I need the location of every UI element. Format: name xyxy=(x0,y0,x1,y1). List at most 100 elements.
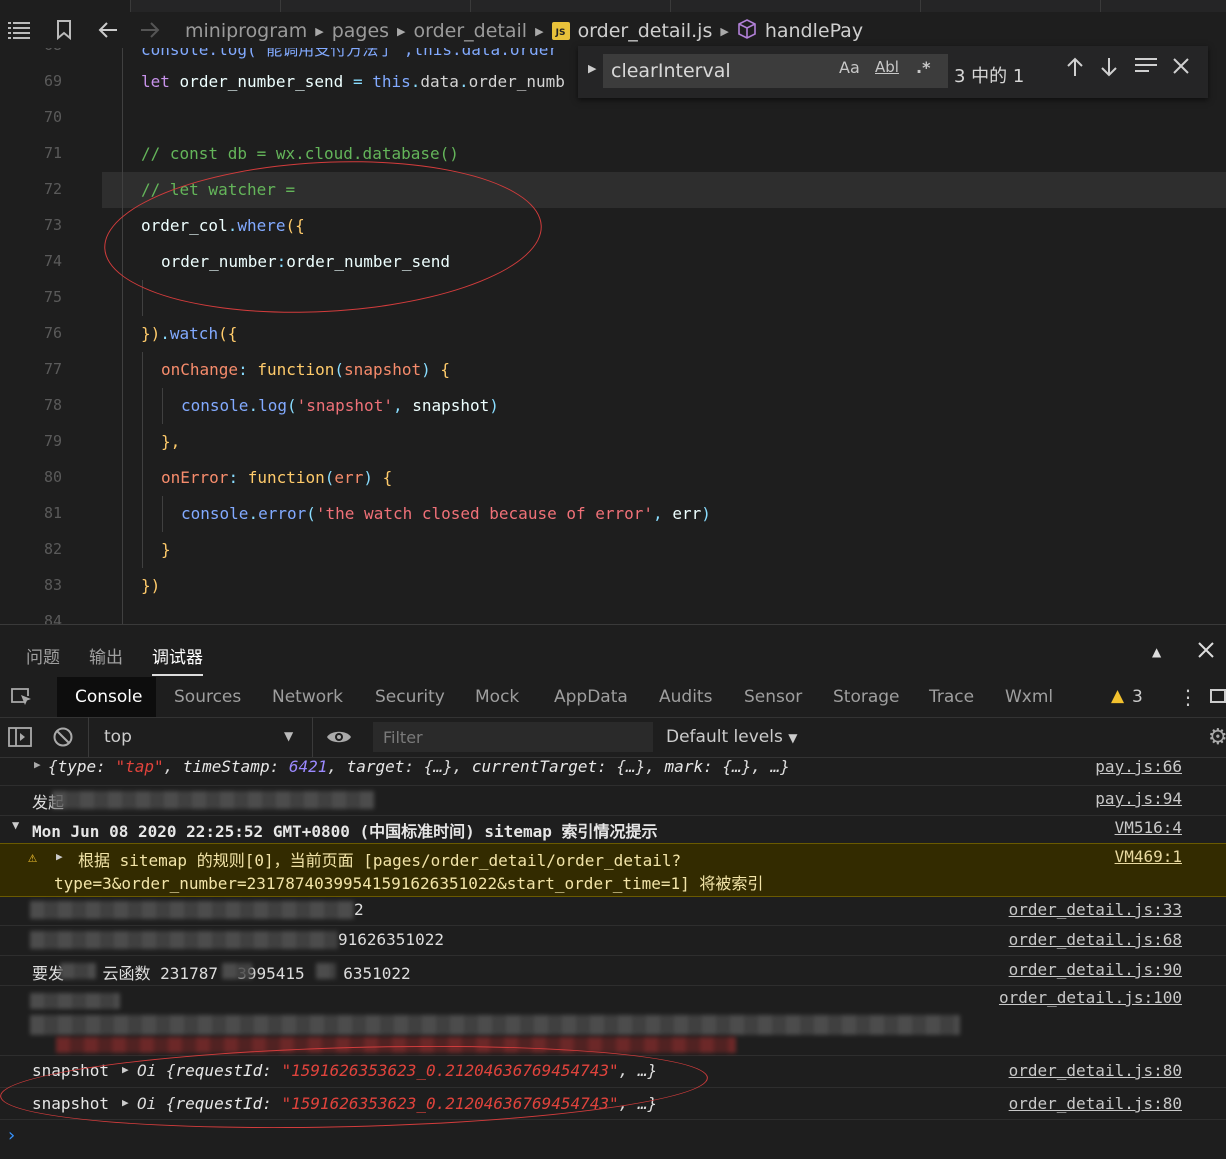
line-number: 78 xyxy=(43,396,62,414)
regex-toggle[interactable]: .* xyxy=(916,58,930,77)
find-input-value[interactable]: clearInterval xyxy=(611,60,731,82)
log-object-preview[interactable]: Oi {requestId: "1591626353623_0.21204636… xyxy=(137,1094,657,1113)
console-message: ▶ {type: "tap", timeStamp: 6421, target:… xyxy=(0,757,1226,786)
tab-storage[interactable]: Storage xyxy=(833,687,900,707)
chevron-right-icon: ▶ xyxy=(720,24,729,38)
code-editor[interactable]: 68 console.log('能调用支付方法了',this.data.orde… xyxy=(0,48,1226,624)
clear-console-icon[interactable] xyxy=(52,726,74,752)
expand-arrow-icon[interactable]: ▶ xyxy=(56,850,63,863)
expand-arrow-icon[interactable]: ▶ xyxy=(122,1063,129,1076)
editor-tab[interactable] xyxy=(670,0,921,12)
tab-trace[interactable]: Trace xyxy=(929,687,974,707)
tab-sources[interactable]: Sources xyxy=(174,687,241,707)
line-number: 80 xyxy=(43,468,62,486)
chevron-down-icon: ▼ xyxy=(788,731,798,745)
editor-tab[interactable] xyxy=(280,0,471,12)
context-select[interactable]: top xyxy=(104,727,132,747)
source-link[interactable]: VM469:1 xyxy=(1115,847,1182,866)
code-line: }).watch({ xyxy=(141,324,238,343)
breadcrumb-file[interactable]: order_detail.js xyxy=(578,20,713,42)
breadcrumb-folder[interactable]: miniprogram xyxy=(185,20,307,42)
match-case-toggle[interactable]: Aa xyxy=(839,58,860,77)
console-group-header[interactable]: ▼ Mon Jun 08 2020 22:25:52 GMT+0800 (中国标… xyxy=(0,815,1226,844)
filter-input[interactable]: Filter xyxy=(373,722,653,752)
log-levels-label: Default levels xyxy=(666,727,783,747)
breadcrumb-folder[interactable]: pages xyxy=(332,20,389,42)
eye-icon[interactable] xyxy=(326,729,352,749)
breadcrumb-bar: miniprogram ▶ pages ▶ order_detail ▶ JS … xyxy=(0,0,1226,49)
tab-problems[interactable]: 问题 xyxy=(26,643,60,668)
tab-network[interactable]: Network xyxy=(272,687,343,707)
group-title: Mon Jun 08 2020 22:25:52 GMT+0800 (中国标准时… xyxy=(32,822,658,841)
maximize-panel-icon[interactable]: ▲ xyxy=(1152,645,1161,659)
chevron-right-icon: ▶ xyxy=(397,24,406,38)
toggle-replace-icon[interactable]: ▶ xyxy=(588,62,596,75)
warning-icon[interactable]: ▲ xyxy=(1111,686,1124,706)
source-link[interactable]: order_detail.js:33 xyxy=(1009,900,1182,919)
line-number: 76 xyxy=(43,324,62,342)
log-levels-select[interactable]: Default levels ▼ xyxy=(666,727,797,747)
code-line: let order_number_send = this.data.order_… xyxy=(141,72,565,91)
previous-match-icon[interactable] xyxy=(1065,56,1085,84)
inspect-element-icon[interactable] xyxy=(10,687,34,713)
tab-appdata[interactable]: AppData xyxy=(554,687,628,707)
bookmark-icon[interactable] xyxy=(54,16,74,44)
line-number: 79 xyxy=(43,432,62,450)
warning-count[interactable]: 3 xyxy=(1132,687,1143,707)
breadcrumb-symbol[interactable]: handlePay xyxy=(765,20,863,42)
source-link[interactable]: order_detail.js:80 xyxy=(1009,1094,1182,1113)
forward-arrow-icon[interactable] xyxy=(138,16,162,44)
filter-placeholder: Filter xyxy=(383,728,423,747)
source-link[interactable]: order_detail.js:90 xyxy=(1009,960,1182,979)
find-in-selection-icon[interactable] xyxy=(1134,56,1158,82)
tab-mock[interactable]: Mock xyxy=(475,687,519,707)
redacted-text xyxy=(222,963,252,979)
console-log: ▶ {type: "tap", timeStamp: 6421, target:… xyxy=(0,757,1226,1159)
console-prompt[interactable]: › xyxy=(0,1119,1226,1159)
next-match-icon[interactable] xyxy=(1099,56,1119,84)
dock-icon[interactable] xyxy=(1210,689,1226,703)
expand-arrow-icon[interactable]: ▶ xyxy=(122,1096,129,1109)
source-link[interactable]: order_detail.js:68 xyxy=(1009,930,1182,949)
editor-tab[interactable] xyxy=(920,0,1101,12)
code-line: }, xyxy=(161,432,181,451)
close-icon[interactable] xyxy=(1172,56,1190,82)
object-key: requestId xyxy=(175,1094,263,1113)
log-text: 2 xyxy=(354,900,364,919)
gear-icon[interactable]: ⚙ xyxy=(1208,725,1226,750)
more-options-icon[interactable]: ⋮ xyxy=(1178,685,1198,709)
tab-sensor[interactable]: Sensor xyxy=(744,687,802,707)
editor-tab[interactable] xyxy=(470,0,671,12)
back-arrow-icon[interactable] xyxy=(96,16,120,44)
log-label: snapshot xyxy=(32,1094,110,1113)
sidebar-toggle-icon[interactable] xyxy=(8,727,32,751)
tab-wxml[interactable]: Wxml xyxy=(1005,687,1053,707)
source-link[interactable]: pay.js:94 xyxy=(1095,789,1182,808)
log-object-preview[interactable]: Oi {requestId: "1591626353623_0.21204636… xyxy=(137,1061,657,1080)
breadcrumb-folder[interactable]: order_detail xyxy=(414,20,528,42)
editor-tab[interactable] xyxy=(0,0,131,12)
collapse-arrow-icon[interactable]: ▼ xyxy=(12,818,19,832)
redacted-text xyxy=(30,901,354,919)
redacted-text xyxy=(60,963,96,979)
whole-word-toggle[interactable]: Abl xyxy=(875,58,899,76)
close-panel-icon[interactable] xyxy=(1198,641,1214,663)
panel-tabs: 问题 输出 调试器 ▲ xyxy=(0,625,1226,677)
editor-tab[interactable] xyxy=(130,0,281,12)
source-link[interactable]: pay.js:66 xyxy=(1095,757,1182,776)
breadcrumb: miniprogram ▶ pages ▶ order_detail ▶ JS … xyxy=(185,18,863,44)
tab-security[interactable]: Security xyxy=(375,687,445,707)
warning-text-line1: 根据 sitemap 的规则[0]，当前页面 [pages/order_deta… xyxy=(78,851,682,870)
tab-output[interactable]: 输出 xyxy=(89,643,123,668)
tab-console[interactable]: Console xyxy=(75,687,143,707)
tab-debugger[interactable]: 调试器 xyxy=(152,643,203,676)
expand-arrow-icon[interactable]: ▶ xyxy=(34,758,41,771)
chevron-down-icon[interactable]: ▼ xyxy=(284,729,293,743)
tab-audits[interactable]: Audits xyxy=(659,687,712,707)
source-link[interactable]: order_detail.js:100 xyxy=(999,988,1182,1007)
list-icon[interactable] xyxy=(6,16,32,44)
console-toolbar: top ▼ Filter Default levels ▼ ⚙ xyxy=(0,717,1226,758)
log-object-preview[interactable]: {type: "tap", timeStamp: 6421, target: {… xyxy=(48,757,790,776)
source-link[interactable]: VM516:4 xyxy=(1115,818,1182,837)
source-link[interactable]: order_detail.js:80 xyxy=(1009,1061,1182,1080)
